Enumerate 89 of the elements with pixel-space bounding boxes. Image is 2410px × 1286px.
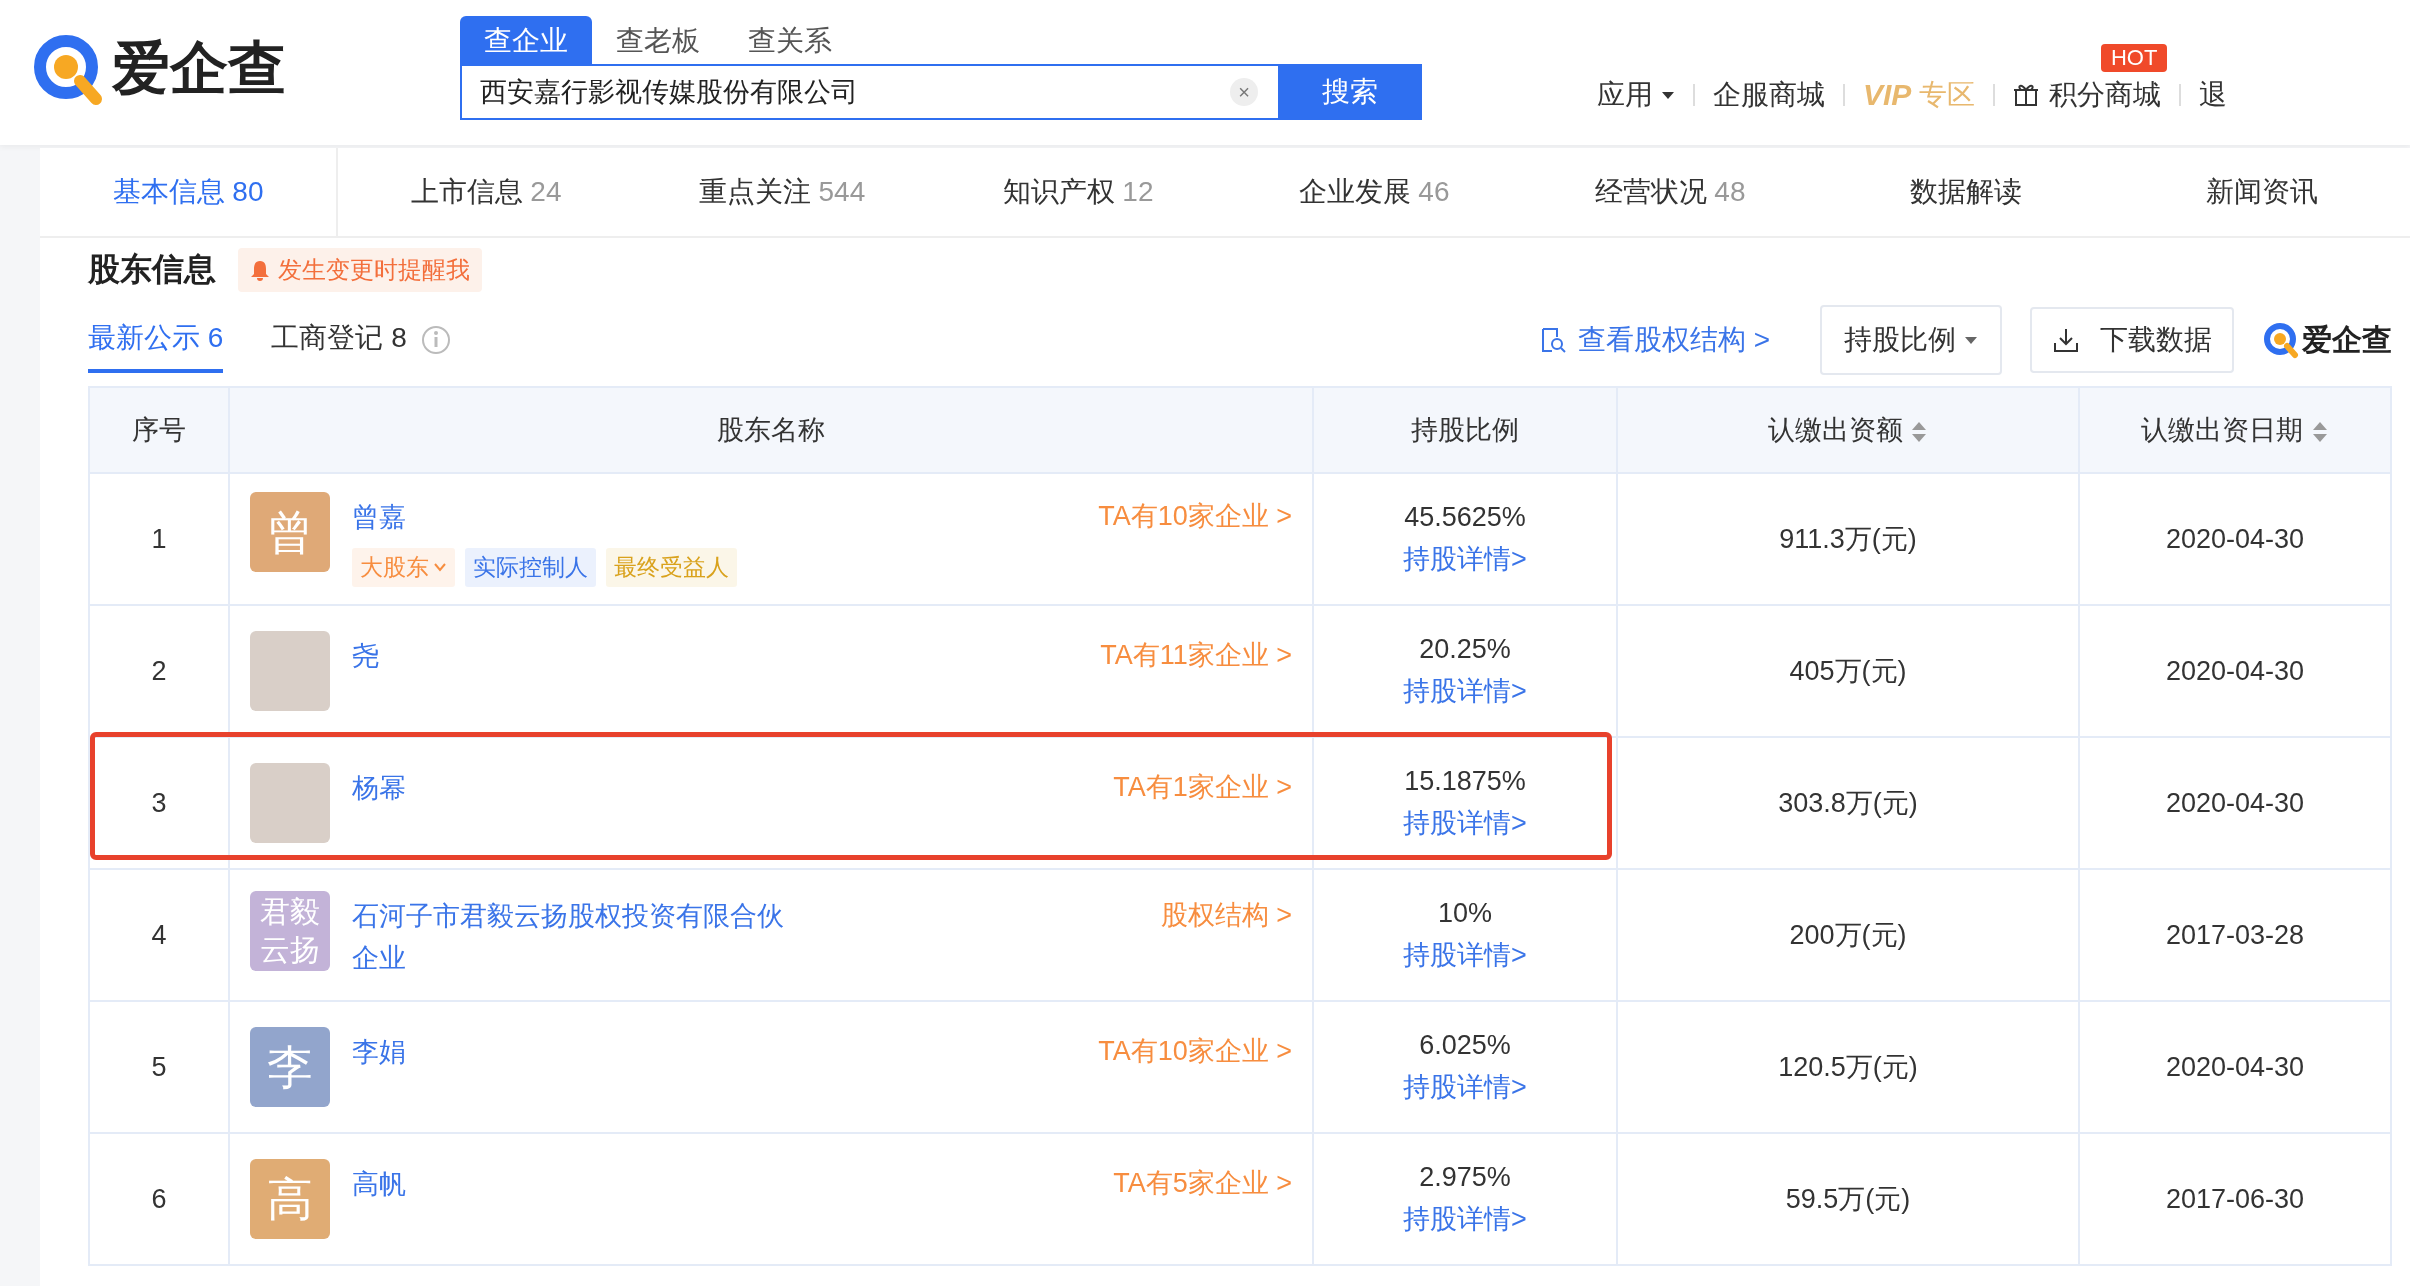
section-tab[interactable]: 上市信息 24 xyxy=(338,148,634,236)
table-cell: 6 xyxy=(89,1133,229,1265)
avatar: 高 xyxy=(250,1159,330,1239)
section-tab[interactable]: 企业发展 46 xyxy=(1226,148,1522,236)
section-title: 股东信息 xyxy=(88,250,216,289)
companies-link[interactable]: TA有1家企业 > xyxy=(1113,763,1292,805)
table-cell: 405万(元) xyxy=(1617,605,2079,737)
table-cell: 2020-04-30 xyxy=(2079,473,2391,605)
sub-tab[interactable]: 工商登记 8 xyxy=(271,307,407,373)
table-cell: 2020-04-30 xyxy=(2079,1001,2391,1133)
sort-dropdown[interactable]: 持股比例 xyxy=(1820,305,2002,375)
hot-badge: HOT xyxy=(2100,44,2168,72)
column-header: 序号 xyxy=(89,387,229,473)
points-mall-link[interactable]: 积分商城 xyxy=(2049,76,2162,114)
search-tab[interactable]: 查老板 xyxy=(592,16,724,64)
table-cell: 2.975% xyxy=(1419,1161,1511,1193)
role-tag: 实际控制人 xyxy=(465,547,596,587)
table-cell: 3 xyxy=(89,737,229,869)
column-header[interactable]: 认缴出资额 xyxy=(1617,387,2079,473)
section-tab[interactable]: 数据解读 xyxy=(1818,148,2114,236)
companies-link[interactable]: TA有10家企业 > xyxy=(1098,1027,1292,1069)
document-search-icon xyxy=(1539,327,1566,353)
table-cell: 15.1875% xyxy=(1404,765,1526,797)
table-cell: 2020-04-30 xyxy=(2079,605,2391,737)
shareholder-link[interactable]: 尧 xyxy=(352,635,792,677)
nav-link[interactable]: 退 xyxy=(2199,76,2228,114)
avatar: 曾 xyxy=(250,491,330,572)
gift-icon xyxy=(2013,82,2040,108)
shareholder-link[interactable]: 李娟 xyxy=(352,1031,792,1073)
detail-link[interactable]: 持股详情> xyxy=(1403,540,1527,577)
avatar: 君毅云扬 xyxy=(250,891,330,971)
detail-link[interactable]: 持股详情> xyxy=(1403,804,1527,841)
caret-icon xyxy=(1964,335,1978,345)
reminder-button[interactable]: 发生变更时提醒我 xyxy=(238,248,482,292)
search-button[interactable]: 搜索 xyxy=(1278,64,1422,120)
shareholder-link[interactable]: 高帆 xyxy=(352,1163,792,1205)
table-cell: 911.3万(元) xyxy=(1617,473,2079,605)
column-header[interactable]: 认缴出资日期 xyxy=(2079,387,2391,473)
section-tab[interactable]: 重点关注 544 xyxy=(634,148,930,236)
search-tab[interactable]: 查企业 xyxy=(460,16,592,64)
shareholder-link[interactable]: 石河子市君毅云扬股权投资有限合伙企业 xyxy=(352,895,792,979)
info-icon xyxy=(420,325,451,355)
section-tab[interactable]: 经营状况 48 xyxy=(1522,148,1818,236)
search-tab[interactable]: 查关系 xyxy=(724,16,856,64)
table-cell: 6.025% xyxy=(1419,1029,1511,1061)
table-cell: 5 xyxy=(89,1001,229,1133)
role-tag: 最终受益人 xyxy=(606,547,737,587)
companies-link[interactable]: TA有5家企业 > xyxy=(1113,1159,1292,1201)
detail-link[interactable]: 持股详情> xyxy=(1403,936,1527,973)
companies-link[interactable]: TA有10家企业 > xyxy=(1098,491,1292,534)
sub-tab[interactable]: 最新公示 6 xyxy=(88,307,224,373)
avatar: 李 xyxy=(250,1027,330,1107)
bell-icon xyxy=(250,259,270,281)
table-cell: 2017-06-30 xyxy=(2079,1133,2391,1265)
table-cell: 45.5625% xyxy=(1404,501,1526,533)
detail-link[interactable]: 持股详情> xyxy=(1403,1068,1527,1105)
caret-icon xyxy=(1661,90,1675,100)
table-cell: 303.8万(元) xyxy=(1617,737,2079,869)
table-cell: 59.5万(元) xyxy=(1617,1133,2079,1265)
table-cell: 2020-04-30 xyxy=(2079,737,2391,869)
detail-link[interactable]: 持股详情> xyxy=(1403,672,1527,709)
table-cell: 2017-03-28 xyxy=(2079,869,2391,1001)
table-cell: 120.5万(元) xyxy=(1617,1001,2079,1133)
caret-icon xyxy=(433,562,447,572)
companies-link[interactable]: 股权结构 > xyxy=(1160,891,1292,933)
nav-link[interactable]: 企服商城 xyxy=(1713,76,1825,114)
download-button[interactable]: 下载数据 xyxy=(2030,307,2234,373)
clear-button[interactable]: × xyxy=(1230,78,1258,106)
shareholder-link[interactable]: 曾嘉 xyxy=(352,495,792,538)
section-tab[interactable]: 新闻资讯 xyxy=(2114,148,2410,236)
table-cell: 10% xyxy=(1437,897,1492,929)
companies-link[interactable]: TA有11家企业 > xyxy=(1100,631,1292,673)
column-header: 股东名称 xyxy=(229,387,1313,473)
download-icon xyxy=(2052,326,2080,354)
detail-link[interactable]: 持股详情> xyxy=(1403,1200,1527,1237)
shareholder-link[interactable]: 杨幂 xyxy=(352,767,792,809)
column-header: 持股比例 xyxy=(1313,387,1617,473)
table-cell: 2 xyxy=(89,605,229,737)
logo-icon xyxy=(2262,321,2300,359)
section-tab[interactable]: 知识产权 12 xyxy=(930,148,1226,236)
table-cell: 20.25% xyxy=(1419,633,1511,665)
logo-text: 爱企查 xyxy=(2302,321,2392,358)
table-cell: 4 xyxy=(89,869,229,1001)
structure-link[interactable]: 查看股权结构 > xyxy=(1539,321,1770,359)
logo-text: 爱企查 xyxy=(112,34,286,102)
menu-link[interactable]: 应用 xyxy=(1597,76,1675,114)
search-field[interactable]: 西安嘉行影视传媒股份有限公司 × 搜索 xyxy=(460,64,1422,120)
table-cell: 200万(元) xyxy=(1617,869,2079,1001)
table-cell: 1 xyxy=(89,473,229,605)
